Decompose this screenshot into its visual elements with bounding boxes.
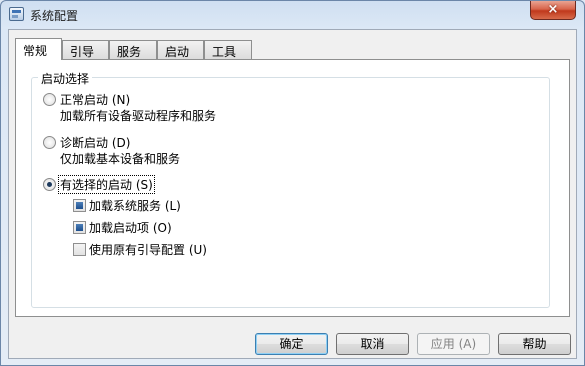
startup-selection-label: 启动选择 <box>38 70 93 87</box>
normal-startup-radio[interactable] <box>43 93 56 106</box>
load-startup-items-checkbox[interactable] <box>73 221 86 234</box>
dialog-client-area: 常规 引导 服务 启动 工具 启动选择 正常启动 (N) 加载所有设备驱动程序和… <box>8 29 577 359</box>
cancel-button[interactable]: 取消 <box>336 333 409 355</box>
selective-startup-radio[interactable] <box>43 178 56 191</box>
tab-tools[interactable]: 工具 <box>204 40 252 59</box>
window-title: 系统配置 <box>30 9 79 23</box>
selective-startup-label[interactable]: 有选择的启动 (S) <box>58 175 155 194</box>
title-bar[interactable]: 系统配置 × <box>1 1 584 29</box>
tab-general[interactable]: 常规 <box>15 38 62 60</box>
load-startup-items-label[interactable]: 加载启动项 (O) <box>89 219 172 236</box>
tab-startup[interactable]: 启动 <box>157 40 204 59</box>
close-button[interactable]: × <box>530 1 576 20</box>
diagnostic-startup-description: 仅加载基本设备和服务 <box>60 152 181 166</box>
tab-services[interactable]: 服务 <box>109 40 157 59</box>
diagnostic-startup-radio[interactable] <box>43 136 56 149</box>
normal-startup-label[interactable]: 正常启动 (N) <box>60 91 130 108</box>
use-original-boot-config-label[interactable]: 使用原有引导配置 (U) <box>89 241 207 258</box>
diagnostic-startup-label[interactable]: 诊断启动 (D) <box>60 134 130 151</box>
ok-button[interactable]: 确定 <box>255 333 328 355</box>
help-button[interactable]: 帮助 <box>498 333 571 355</box>
general-tab-panel: 启动选择 正常启动 (N) 加载所有设备驱动程序和服务 诊断启动 (D) 仅加载… <box>15 59 570 317</box>
msconfig-app-icon <box>9 7 24 21</box>
load-system-services-checkbox[interactable] <box>73 199 86 212</box>
apply-button[interactable]: 应用 (A) <box>417 333 490 355</box>
system-config-window: 系统配置 × 常规 引导 服务 启动 工具 启动选择 正常启动 (N) 加载所有… <box>0 0 585 366</box>
tab-boot[interactable]: 引导 <box>62 40 109 59</box>
load-system-services-label[interactable]: 加载系统服务 (L) <box>89 197 181 214</box>
use-original-boot-config-checkbox[interactable] <box>73 243 86 256</box>
normal-startup-description: 加载所有设备驱动程序和服务 <box>60 109 217 123</box>
